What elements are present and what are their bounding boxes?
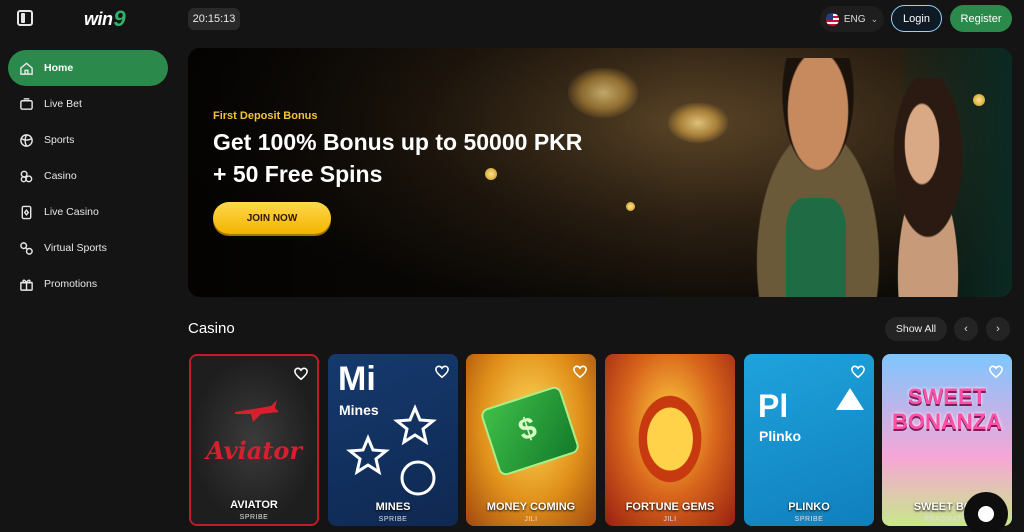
sidebar-item-label: Live Bet — [44, 98, 82, 110]
logo-number: 9 — [113, 6, 126, 31]
game-card-plinko[interactable]: Pl Plinko PLINKO SPRIBE — [744, 354, 874, 526]
game-card-mines[interactable]: Mi Mines MINES SPRIBE — [328, 354, 458, 526]
game-art-title: Pl — [758, 388, 789, 424]
sidebar-item-label: Home — [44, 62, 74, 74]
favorite-heart-icon[interactable] — [989, 365, 1003, 379]
banner-subtitle: First Deposit Bonus — [213, 110, 318, 122]
next-arrow-button[interactable]: › — [986, 317, 1010, 341]
game-title: PLINKO — [788, 501, 830, 513]
game-provider: SPRIBE — [239, 514, 269, 521]
register-button[interactable]: Register — [950, 5, 1012, 32]
logo-text: win — [84, 8, 113, 29]
game-art-title: SWEET BONANZA — [892, 384, 1002, 434]
banner-title: Get 100% Bonus up to 50000 PKR + 50 Free… — [213, 126, 653, 190]
game-art-subtitle: Plinko — [759, 428, 802, 444]
game-title: AVIATOR — [230, 499, 278, 511]
sidebar-item-label: Live Casino — [44, 206, 99, 218]
gift-icon — [18, 276, 34, 292]
favorite-heart-icon[interactable] — [851, 365, 865, 379]
banner-title-line2: + 50 Free Spins — [213, 161, 383, 187]
game-provider: JILI — [663, 516, 677, 523]
plinko-pyramid-icon — [836, 388, 864, 410]
game-provider: JILI — [524, 516, 538, 523]
sidebar-item-live-bet[interactable]: Live Bet — [8, 86, 168, 122]
chat-button[interactable] — [964, 492, 1008, 532]
banner-man-shirt — [786, 198, 846, 297]
coin-icon — [626, 202, 635, 211]
golden-mask-icon — [630, 384, 710, 484]
sidebar-item-label: Sports — [44, 134, 75, 146]
chat-bubble-icon — [978, 506, 994, 522]
sidebar-item-label: Promotions — [44, 278, 98, 290]
sidebar-item-label: Casino — [44, 170, 77, 182]
game-card-fortune-gems[interactable]: FORTUNE GEMS JILI — [605, 354, 735, 526]
favorite-heart-icon[interactable] — [435, 365, 449, 379]
promo-banner[interactable]: First Deposit Bonus Get 100% Bonus up to… — [188, 48, 1012, 297]
chevron-down-icon: ⌄ — [870, 13, 879, 24]
sidebar-item-casino[interactable]: Casino — [8, 158, 168, 194]
home-icon — [18, 60, 34, 76]
sidebar-item-sports[interactable]: Sports — [8, 122, 168, 158]
game-provider: SPRIBE — [378, 516, 408, 523]
clock: 20:15:13 — [188, 8, 240, 30]
game-provider: SPRIBE — [794, 516, 824, 523]
casino-chips-icon — [18, 168, 34, 184]
live-casino-icon — [18, 204, 34, 220]
sidebar-item-live-casino[interactable]: Live Casino — [8, 194, 168, 230]
sports-ball-icon — [18, 132, 34, 148]
sidebar-item-virtual-sports[interactable]: Virtual Sports — [8, 230, 168, 266]
virtual-sports-icon — [18, 240, 34, 256]
sidebar-item-promotions[interactable]: Promotions — [8, 266, 168, 302]
banner-title-line1: Get 100% Bonus up to 50000 PKR — [213, 129, 583, 155]
game-card-money-coming[interactable]: MONEY COMING JILI — [466, 354, 596, 526]
game-title: FORTUNE GEMS — [625, 501, 715, 513]
money-bill-icon — [479, 384, 581, 478]
favorite-heart-icon[interactable] — [294, 367, 308, 381]
game-card-aviator[interactable]: Aviator AVIATOR SPRIBE — [189, 354, 319, 526]
favorite-heart-icon[interactable] — [573, 365, 587, 379]
stars-and-bomb-icon — [346, 404, 437, 496]
game-art-title: Mi — [338, 360, 376, 398]
sidebar-toggle-icon[interactable] — [17, 10, 33, 26]
sidebar-item-label: Virtual Sports — [44, 242, 107, 254]
banner-woman-image — [868, 78, 988, 297]
coin-icon — [973, 94, 985, 106]
game-art-title: Aviator — [206, 436, 302, 465]
game-title: MINES — [375, 501, 411, 513]
language-label: ENG — [843, 13, 866, 25]
logo[interactable]: win 9 — [84, 6, 126, 32]
airplane-icon — [235, 400, 279, 422]
live-bet-icon — [18, 96, 34, 112]
language-selector[interactable]: ENG ⌄ — [820, 6, 884, 32]
game-title: MONEY COMING — [486, 501, 576, 513]
sidebar: Home Live Bet Sports Casino Live Casino … — [0, 38, 176, 532]
login-button[interactable]: Login — [891, 5, 942, 32]
casino-section-title: Casino — [188, 320, 235, 337]
us-flag-icon — [825, 12, 839, 26]
show-all-button[interactable]: Show All — [885, 317, 947, 341]
sidebar-item-home[interactable]: Home — [8, 50, 168, 86]
prev-arrow-button[interactable]: ‹ — [954, 317, 978, 341]
top-bar: win 9 20:15:13 ENG ⌄ Login Register — [0, 0, 1024, 38]
join-now-button[interactable]: JOIN NOW — [213, 202, 331, 234]
